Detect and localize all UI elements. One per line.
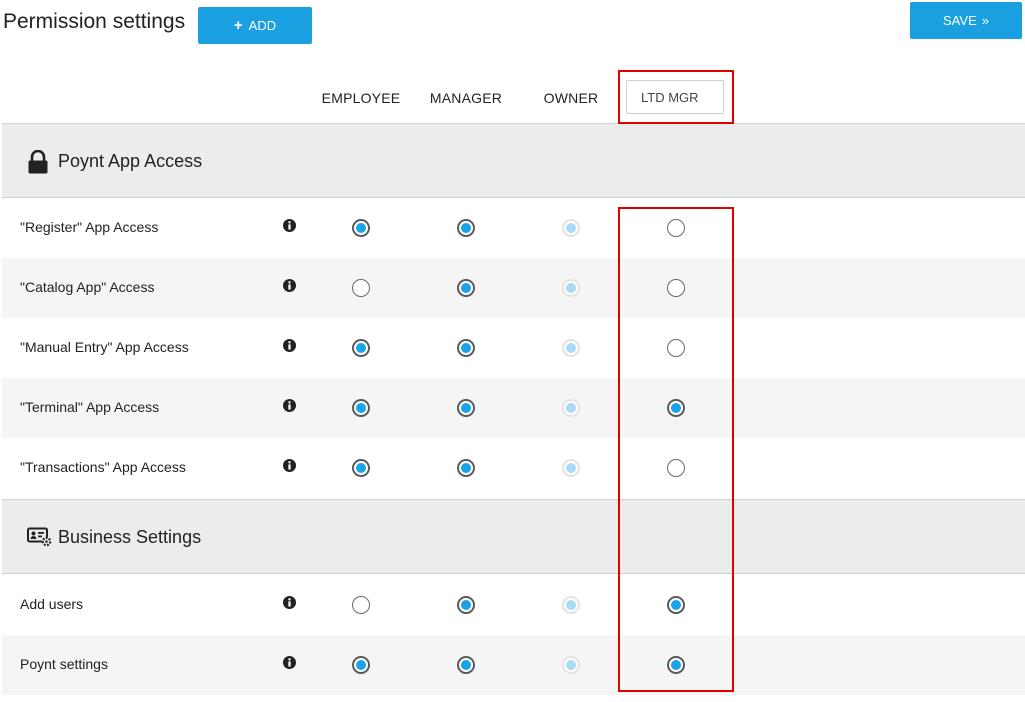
owner-radio: [562, 399, 580, 417]
employee-radio[interactable]: [352, 339, 370, 357]
save-button-label: SAVE: [943, 13, 977, 28]
owner-radio: [562, 656, 580, 674]
column-header-owner: OWNER: [543, 90, 599, 106]
info-icon[interactable]: [283, 339, 296, 352]
info-icon[interactable]: [283, 459, 296, 472]
save-button[interactable]: SAVE »: [910, 2, 1022, 39]
add-button[interactable]: + ADD: [198, 7, 312, 44]
owner-radio: [562, 459, 580, 477]
permission-label: Poynt settings: [20, 656, 108, 672]
info-icon[interactable]: [283, 279, 296, 292]
ltd-mgr-radio[interactable]: [667, 656, 685, 674]
manager-radio[interactable]: [457, 459, 475, 477]
employee-radio[interactable]: [352, 279, 370, 297]
manager-radio[interactable]: [457, 339, 475, 357]
lock-icon: [28, 150, 48, 174]
page-title: Permission settings: [3, 10, 186, 33]
owner-radio: [562, 339, 580, 357]
column-header-manager: MANAGER: [429, 90, 503, 106]
permission-row: "Register" App Access: [2, 198, 1025, 258]
ltd-mgr-radio[interactable]: [667, 339, 685, 357]
ltd-mgr-radio[interactable]: [667, 459, 685, 477]
info-icon[interactable]: [283, 399, 296, 412]
owner-radio: [562, 219, 580, 237]
employee-radio[interactable]: [352, 219, 370, 237]
owner-radio: [562, 596, 580, 614]
employee-radio[interactable]: [352, 459, 370, 477]
permission-label: "Catalog App" Access: [20, 279, 155, 295]
permission-row: "Terminal" App Access: [2, 378, 1025, 438]
manager-radio[interactable]: [457, 219, 475, 237]
permission-row: Add users: [2, 575, 1025, 635]
manager-radio[interactable]: [457, 656, 475, 674]
permission-row: Poynt settings: [2, 635, 1025, 695]
employee-radio[interactable]: [352, 656, 370, 674]
permission-row: "Transactions" App Access: [2, 438, 1025, 498]
section-title: Poynt App Access: [58, 151, 203, 171]
plus-icon: +: [233, 17, 243, 34]
section-title: Business Settings: [58, 527, 202, 547]
section-header-poynt-app-access: Poynt App Access: [2, 123, 1025, 198]
manager-radio[interactable]: [457, 399, 475, 417]
info-icon[interactable]: [283, 656, 296, 669]
permission-label: "Terminal" App Access: [20, 399, 160, 415]
permission-row: "Catalog App" Access: [2, 258, 1025, 318]
permission-label: "Transactions" App Access: [20, 459, 186, 475]
ltd-mgr-radio[interactable]: [667, 219, 685, 237]
manager-radio[interactable]: [457, 279, 475, 297]
permission-row: "Manual Entry" App Access: [2, 318, 1025, 378]
info-icon[interactable]: [283, 219, 296, 232]
ltd-mgr-radio[interactable]: [667, 596, 685, 614]
employee-radio[interactable]: [352, 399, 370, 417]
ltd-mgr-radio[interactable]: [667, 279, 685, 297]
column-header-employee: EMPLOYEE: [321, 90, 401, 106]
permission-label: Add users: [20, 596, 84, 612]
ltd-mgr-radio[interactable]: [667, 399, 685, 417]
manager-radio[interactable]: [457, 596, 475, 614]
owner-radio: [562, 279, 580, 297]
role-name-input[interactable]: [626, 80, 724, 114]
add-button-label: ADD: [248, 18, 277, 33]
section-header-business-settings: Business Settings: [2, 499, 1025, 574]
info-icon[interactable]: [283, 596, 296, 609]
business-settings-icon: [27, 527, 52, 547]
employee-radio[interactable]: [352, 596, 370, 614]
permission-label: "Manual Entry" App Access: [20, 339, 189, 355]
permission-label: "Register" App Access: [20, 219, 159, 235]
double-chevron-right-icon: »: [981, 13, 989, 28]
